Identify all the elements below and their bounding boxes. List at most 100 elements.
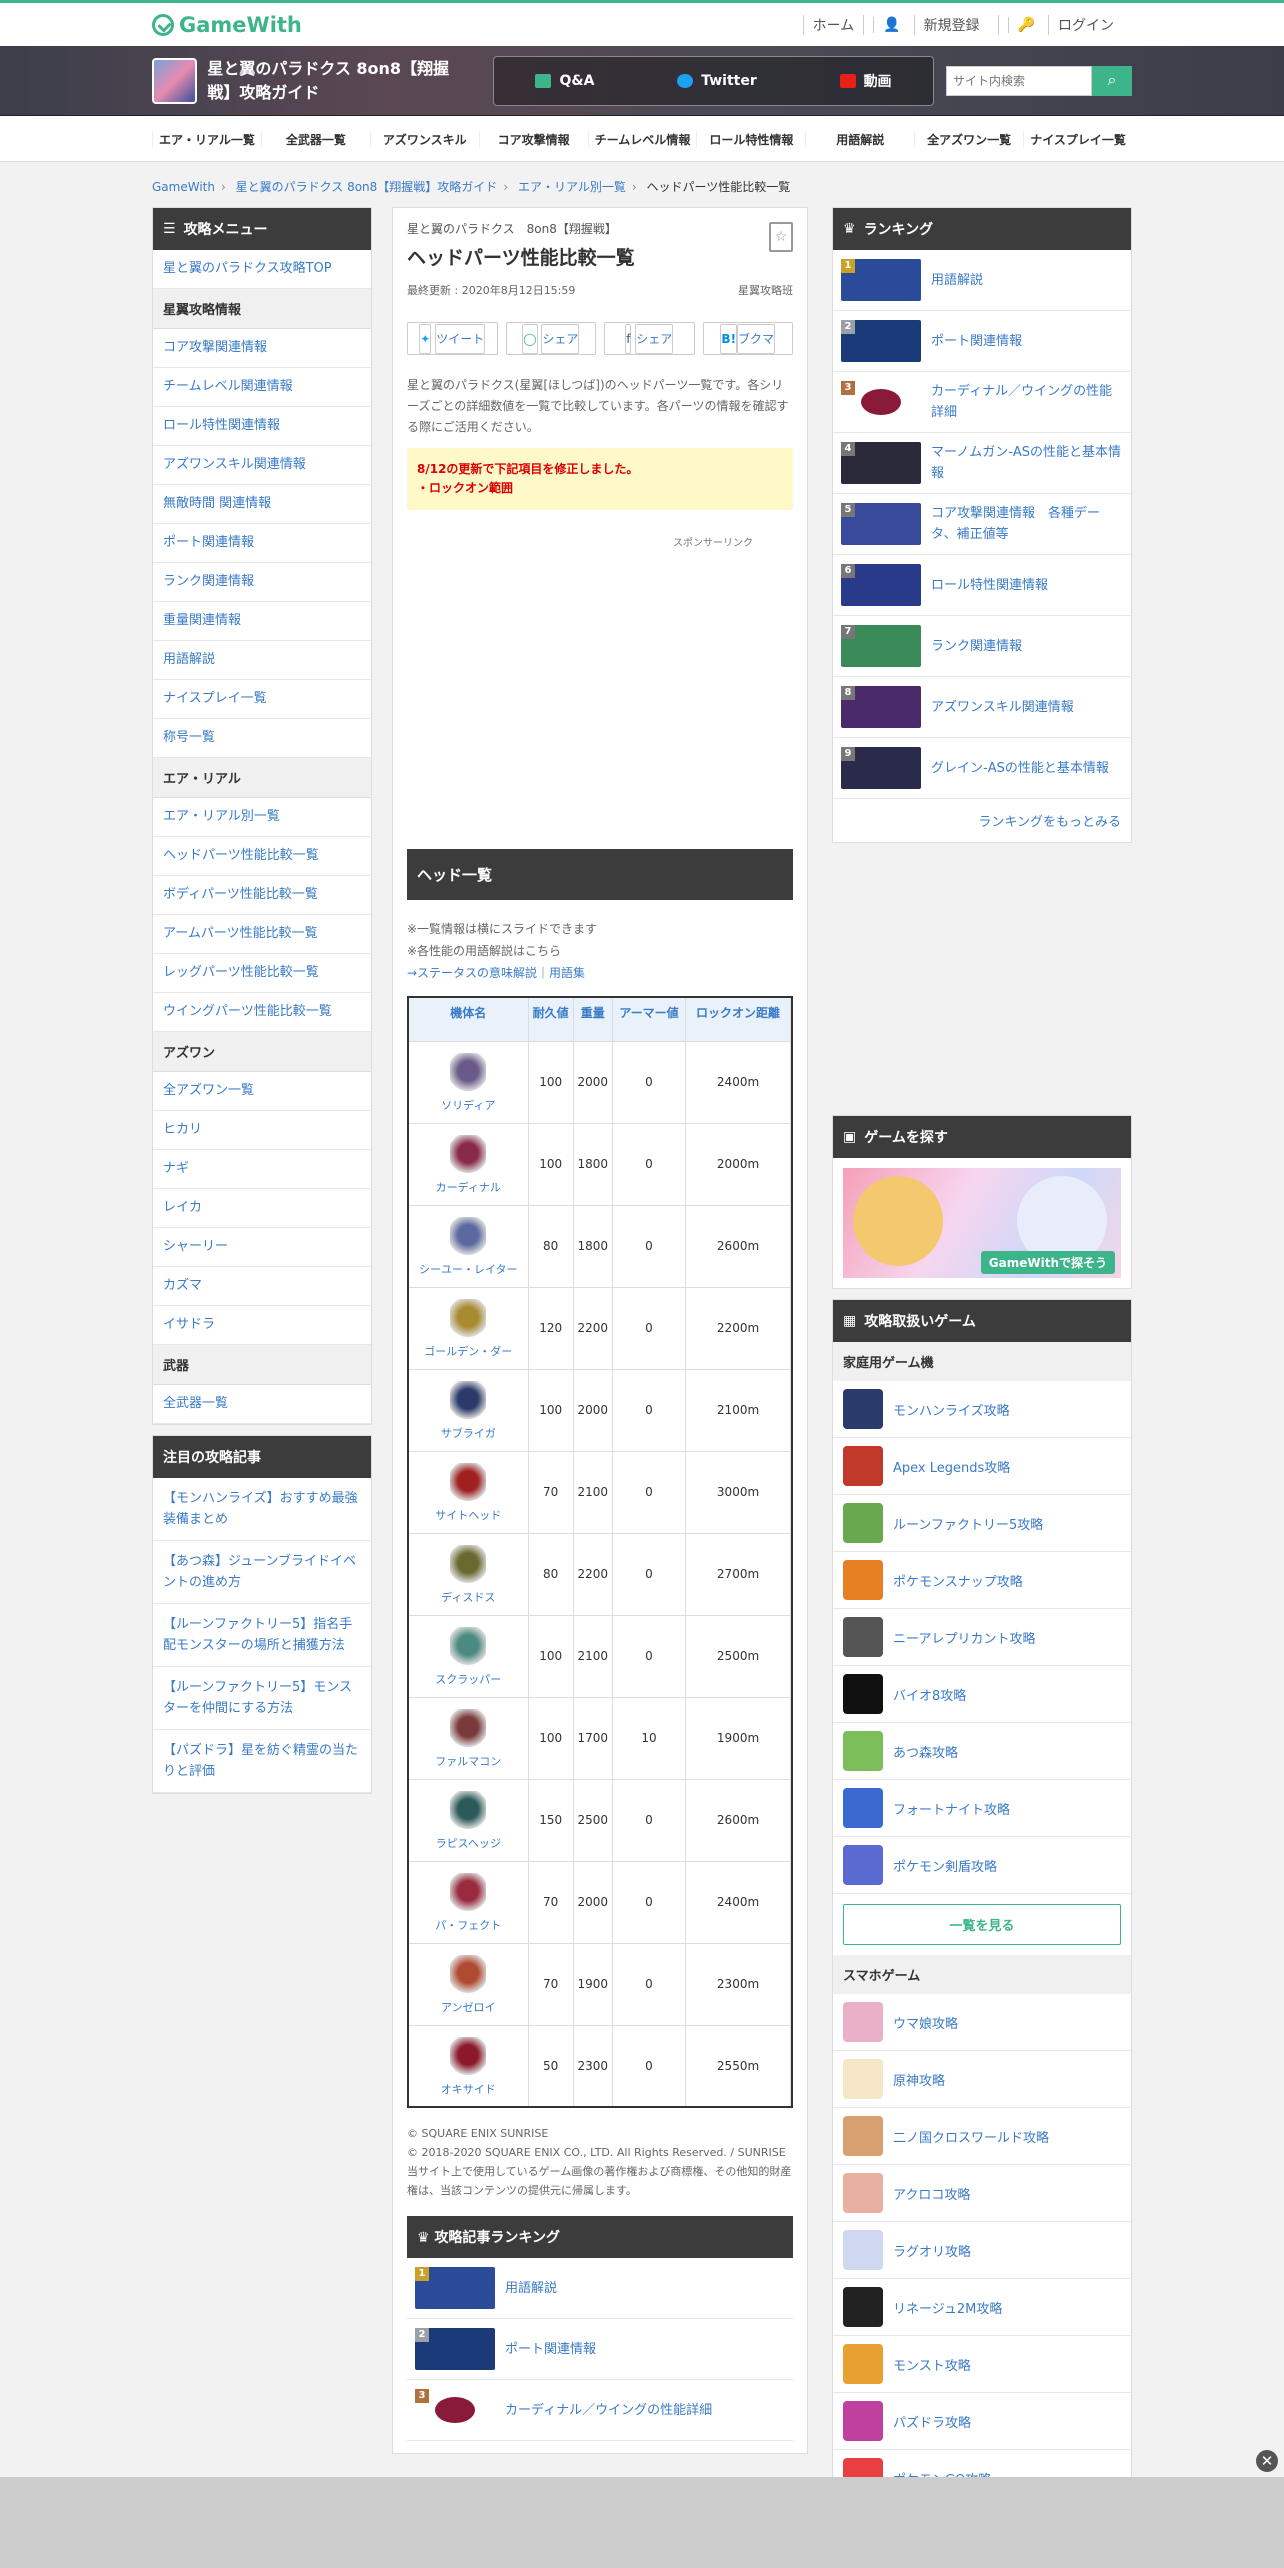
menu-item[interactable]: ロール特性関連情報 [153, 407, 371, 446]
menu-item[interactable]: ナギ [153, 1150, 371, 1189]
category-nav-item[interactable]: 全武器一覧 [260, 130, 370, 148]
part-name-cell[interactable]: アンゼロイ [407, 1942, 529, 2026]
facebook-share-button[interactable]: f シェア [604, 322, 695, 355]
see-all-button[interactable]: 一覧を見る [843, 1904, 1121, 1945]
login-link[interactable]: 🔑 ログイン [997, 14, 1132, 35]
ranking-item[interactable]: 7 ランク関連情報 [833, 616, 1131, 677]
part-name-cell[interactable]: サイトヘッド [407, 1450, 529, 1534]
menu-item[interactable]: ボディパーツ性能比較一覧 [153, 876, 371, 915]
video-link[interactable]: 動画 [839, 71, 892, 91]
table-header-cell[interactable]: 重量 [572, 996, 613, 1042]
menu-item[interactable]: ヒカリ [153, 1111, 371, 1150]
head-parts-table[interactable]: 機体名 耐久値 重量 アーマー値 ロックオン距離 ソリディア 100 2000 0 2400m カ… [407, 996, 793, 2108]
hatena-bookmark-button[interactable]: B! ブクマ [702, 322, 793, 355]
menu-item[interactable]: ヘッドパーツ性能比較一覧 [153, 837, 371, 876]
menu-item[interactable]: 用語解説 [153, 641, 371, 680]
part-name-cell[interactable]: パ・フェクト [407, 1860, 529, 1944]
game-link[interactable]: ラグオリ攻略 [833, 2222, 1131, 2279]
category-nav-item[interactable]: ナイスプレイ一覧 [1023, 130, 1132, 148]
menu-item[interactable]: シャーリー [153, 1228, 371, 1267]
part-name-cell[interactable]: オキサイド [407, 2024, 529, 2108]
ranking-item[interactable]: 1 用語解説 [407, 2258, 793, 2319]
breadcrumb-item[interactable]: エア・リアル別一覧 [518, 180, 626, 194]
featured-article-link[interactable]: 【パズドラ】星を紡ぐ精霊の当たりと評価 [153, 1730, 371, 1793]
category-nav-item[interactable]: 用語解説 [805, 130, 914, 148]
ranking-item[interactable]: 3 カーディナル／ウイングの性能詳細 [407, 2380, 793, 2441]
qa-link[interactable]: Q&A [535, 73, 594, 89]
ranking-item[interactable]: 2 ポート関連情報 [407, 2319, 793, 2380]
part-name-cell[interactable]: シーユー・レイター [407, 1204, 529, 1288]
ranking-item[interactable]: 8 アズワンスキル関連情報 [833, 677, 1131, 738]
category-nav-item[interactable]: チームレベル情報 [587, 130, 697, 148]
menu-item[interactable]: 全アズワン一覧 [153, 1072, 371, 1111]
game-link[interactable]: モンハンライズ攻略 [833, 1381, 1131, 1438]
game-link[interactable]: バイオ8攻略 [833, 1666, 1131, 1723]
menu-item[interactable]: エア・リアル別一覧 [153, 798, 371, 837]
game-link[interactable]: リネージュ2M攻略 [833, 2279, 1131, 2336]
game-link[interactable]: あつ森攻略 [833, 1723, 1131, 1780]
ranking-item[interactable]: 5 コア攻撃関連情報 各種データ、補正値等 [833, 494, 1131, 555]
game-link[interactable]: 原神攻略 [833, 2051, 1131, 2108]
part-name-cell[interactable]: スクラッパー [407, 1614, 529, 1698]
menu-item[interactable]: アズワンスキル関連情報 [153, 446, 371, 485]
part-name-cell[interactable]: ラピスヘッジ [407, 1778, 529, 1862]
ranking-item[interactable]: 1 用語解説 [833, 250, 1131, 311]
ranking-item[interactable]: 3 カーディナル／ウイングの性能詳細 [833, 372, 1131, 433]
menu-item[interactable]: レッグパーツ性能比較一覧 [153, 954, 371, 993]
game-link[interactable]: ポケモンスナップ攻略 [833, 1552, 1131, 1609]
menu-item[interactable]: チームレベル関連情報 [153, 368, 371, 407]
featured-article-link[interactable]: 【ルーンファクトリー5】指名手配モンスターの場所と捕獲方法 [153, 1604, 371, 1667]
breadcrumb-item[interactable]: GameWith [152, 180, 215, 194]
menu-item[interactable]: カズマ [153, 1267, 371, 1306]
menu-item[interactable]: ランク関連情報 [153, 563, 371, 602]
ranking-more-link[interactable]: ランキングをもっとみる [833, 799, 1131, 842]
ranking-item[interactable]: 9 グレイン-ASの性能と基本情報 [833, 738, 1131, 799]
part-name-cell[interactable]: ソリディア [407, 1040, 529, 1124]
game-icon[interactable] [152, 58, 198, 104]
table-header-cell[interactable]: 機体名 [407, 996, 529, 1042]
featured-article-link[interactable]: 【あつ森】ジューンブライドイベントの進め方 [153, 1541, 371, 1604]
part-name-cell[interactable]: ファルマコン [407, 1696, 529, 1780]
menu-item[interactable]: 全武器一覧 [153, 1385, 371, 1424]
menu-item[interactable]: ポート関連情報 [153, 524, 371, 563]
ranking-item[interactable]: 6 ロール特性関連情報 [833, 555, 1131, 616]
menu-item[interactable]: レイカ [153, 1189, 371, 1228]
find-game-banner[interactable]: GameWithで探そう [843, 1168, 1121, 1278]
table-header-cell[interactable]: 耐久値 [527, 996, 574, 1042]
site-search-input[interactable] [945, 66, 1092, 96]
game-link[interactable]: ポケモン剣盾攻略 [833, 1837, 1131, 1894]
menu-item[interactable]: ウイングパーツ性能比較一覧 [153, 993, 371, 1032]
game-link[interactable]: アクロコ攻略 [833, 2165, 1131, 2222]
menu-item[interactable]: ナイスプレイ一覧 [153, 680, 371, 719]
glossary-link[interactable]: →ステータスの意味解説｜用語集 [407, 966, 585, 980]
category-nav-item[interactable]: コア攻撃情報 [478, 130, 588, 148]
close-icon[interactable]: ✕ [1256, 2450, 1278, 2472]
category-nav-item[interactable]: アズワンスキル [369, 130, 479, 148]
game-link[interactable]: ニーアレプリカント攻略 [833, 1609, 1131, 1666]
search-button[interactable]: ⌕ [1091, 66, 1132, 96]
ranking-item[interactable]: 2 ポート関連情報 [833, 311, 1131, 372]
game-link[interactable]: フォートナイト攻略 [833, 1780, 1131, 1837]
game-link[interactable]: 二ノ国クロスワールド攻略 [833, 2108, 1131, 2165]
breadcrumb-item[interactable]: 星と翼のパラドクス 8on8【翔握戦】攻略ガイド [236, 180, 498, 194]
bookmark-icon[interactable]: ☆ [769, 222, 793, 252]
menu-item[interactable]: 称号一覧 [153, 719, 371, 758]
game-link[interactable]: ウマ娘攻略 [833, 1994, 1131, 2051]
menu-top-link[interactable]: 星と翼のパラドクス攻略TOP [153, 250, 371, 289]
table-header-cell[interactable]: ロックオン距離 [685, 996, 791, 1042]
part-name-cell[interactable]: サブライガ [407, 1368, 529, 1452]
game-title[interactable]: 星と翼のパラドクス 8on8【翔握戦】攻略ガイド [207, 57, 473, 105]
table-header-cell[interactable]: アーマー値 [611, 996, 687, 1042]
gamewith-logo[interactable]: GameWith [152, 13, 302, 37]
game-link[interactable]: ルーンファクトリー5攻略 [833, 1495, 1131, 1552]
line-share-button[interactable]: ◯ シェア [505, 322, 596, 355]
category-nav-item[interactable]: エア・リアル一覧 [152, 130, 261, 148]
menu-item[interactable]: 重量関連情報 [153, 602, 371, 641]
register-link[interactable]: 👤 新規登録 [863, 14, 997, 35]
part-name-cell[interactable]: ディスドス [407, 1532, 529, 1616]
ranking-item[interactable]: 4 マーノムガン-ASの性能と基本情報 [833, 433, 1131, 494]
part-name-cell[interactable]: ゴールデン・ダー [407, 1286, 529, 1370]
game-link[interactable]: Apex Legends攻略 [833, 1438, 1131, 1495]
category-nav-item[interactable]: 全アズワン一覧 [914, 130, 1023, 148]
menu-item[interactable]: アームパーツ性能比較一覧 [153, 915, 371, 954]
